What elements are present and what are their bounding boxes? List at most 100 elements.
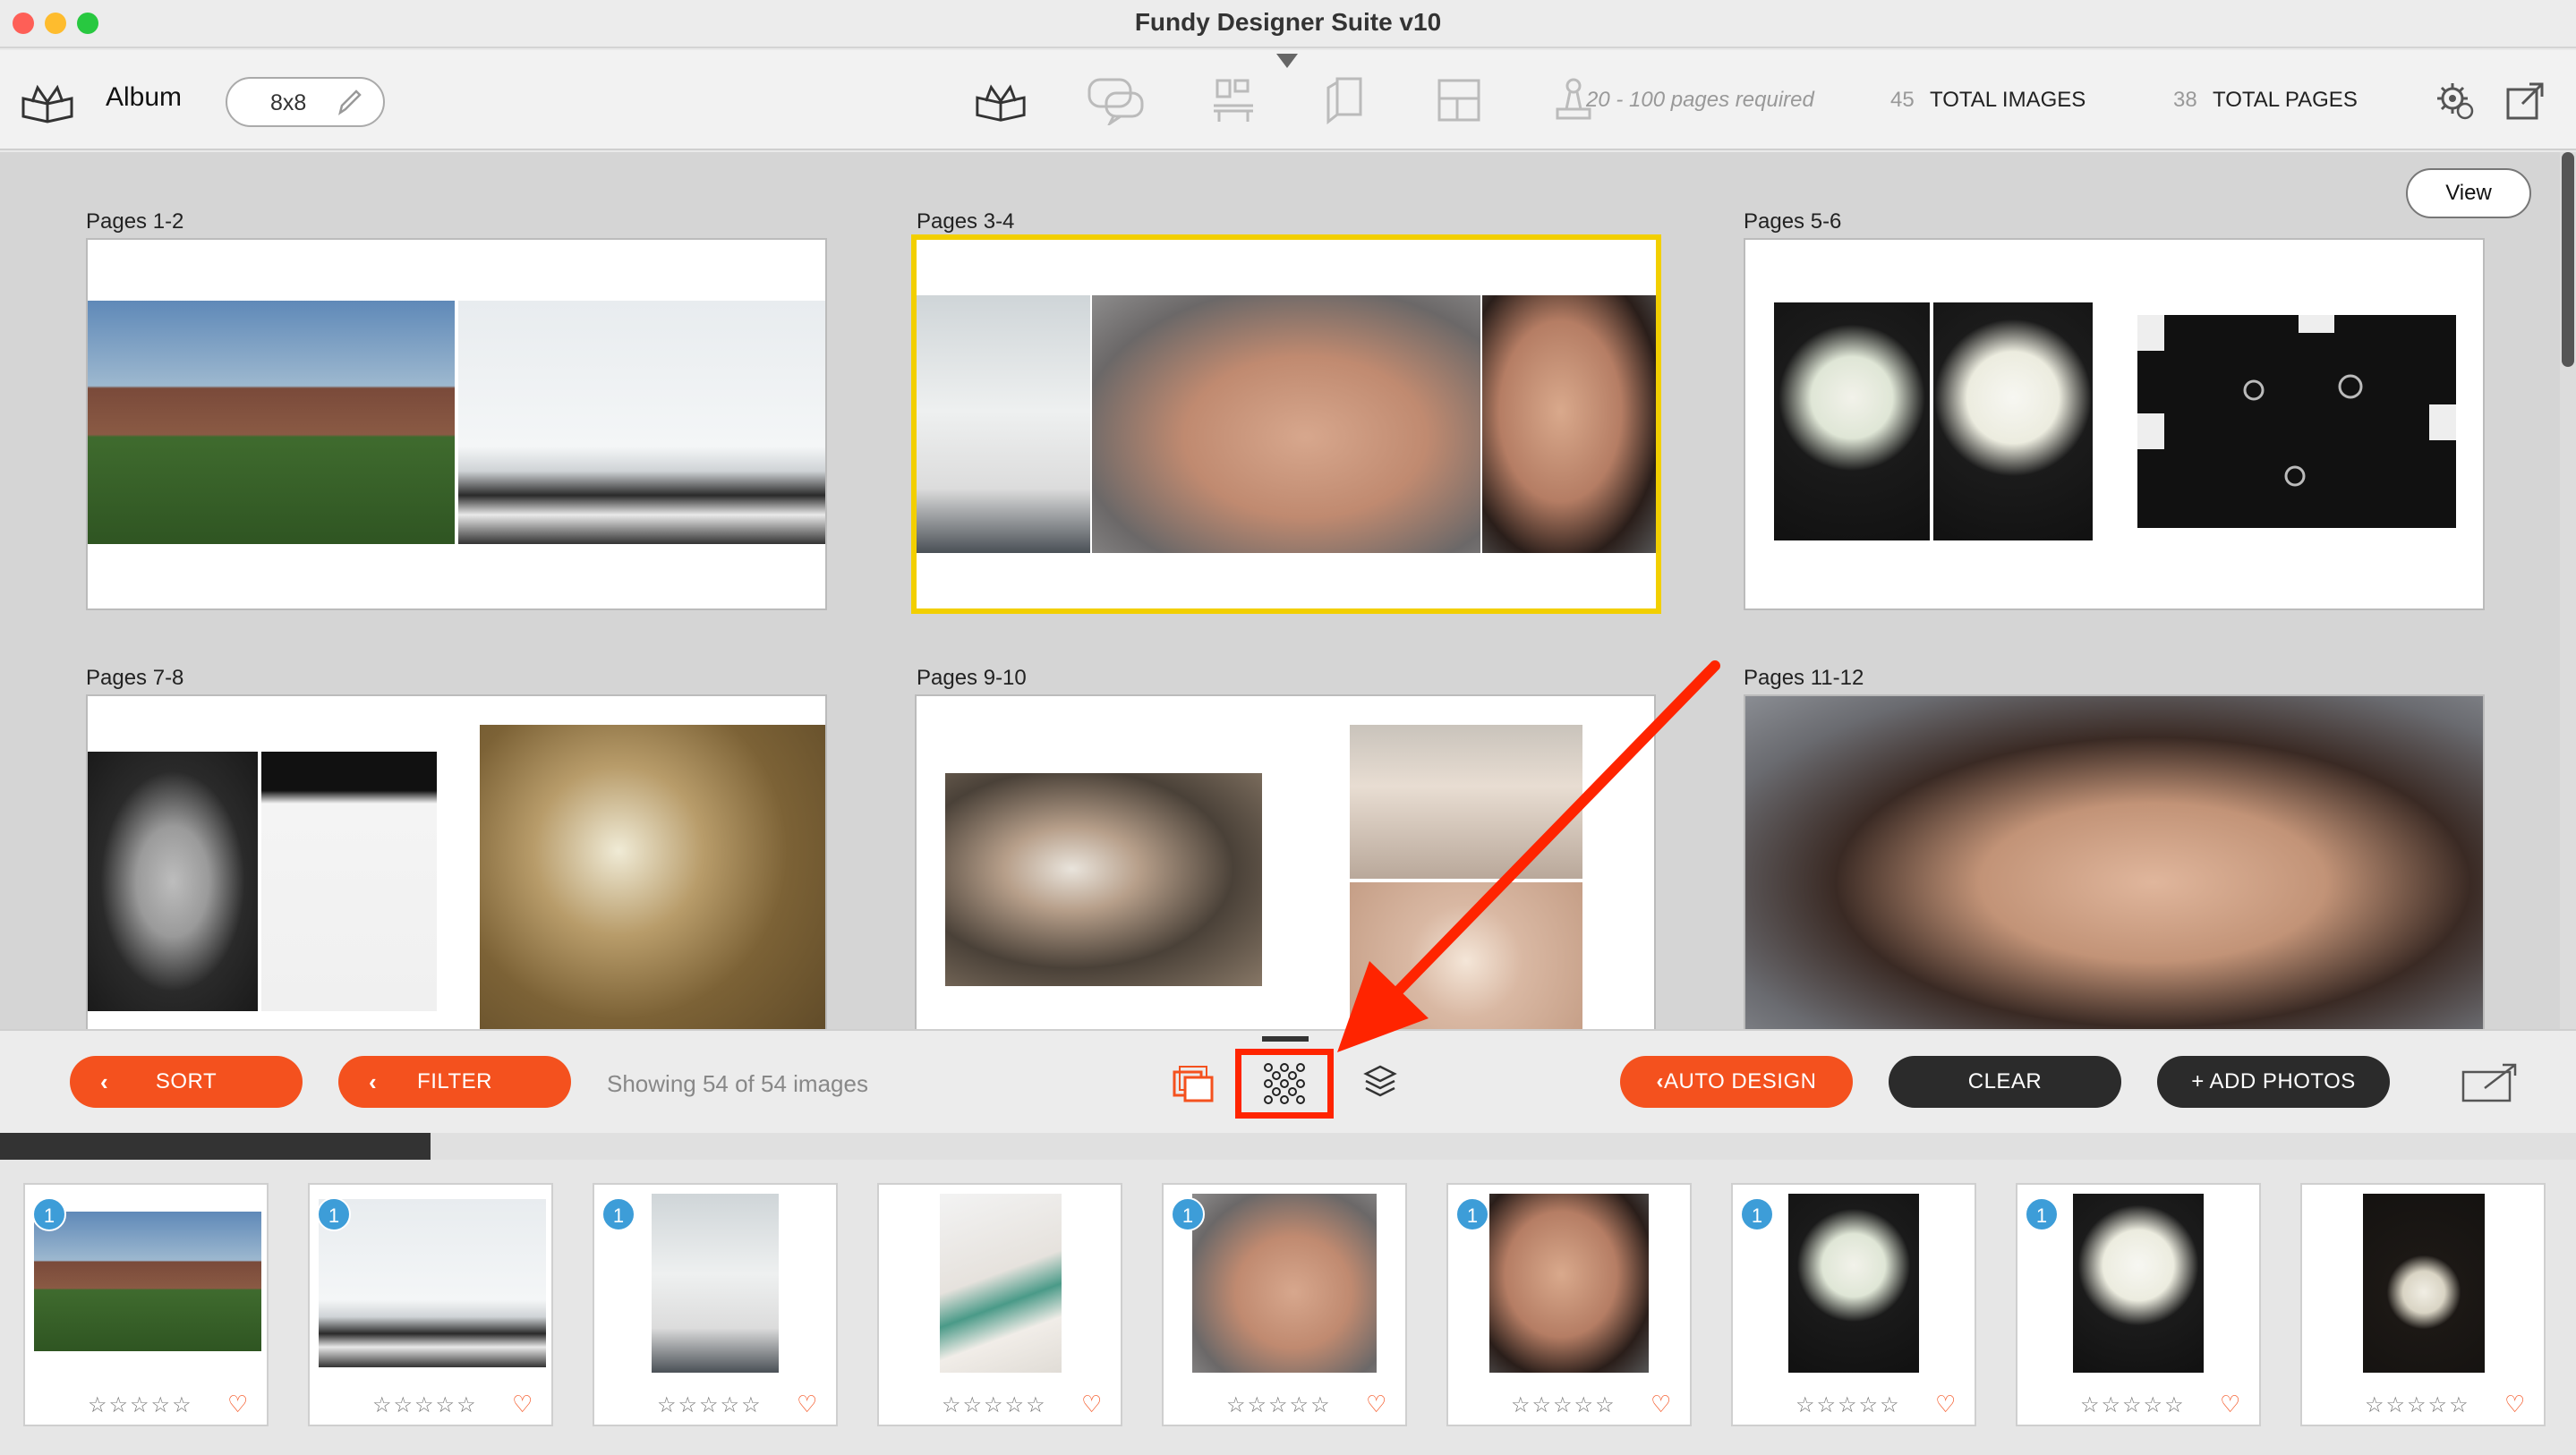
layout-grid-icon[interactable] — [1436, 77, 1482, 123]
proofing-chat-icon[interactable] — [1087, 77, 1146, 128]
spread-pages-11-12[interactable] — [1744, 694, 2485, 1029]
heart-icon[interactable]: ♡ — [1935, 1391, 1956, 1418]
photo-bridal-shoes[interactable] — [88, 752, 258, 1011]
image-thumbnail[interactable]: 1 ☆☆☆☆☆ ♡ — [23, 1183, 269, 1426]
export-window-icon[interactable] — [2504, 81, 2546, 122]
image-thumbnail[interactable]: 1 ☆☆☆☆☆ ♡ — [2016, 1183, 2261, 1426]
photo-bride-earring[interactable] — [1092, 295, 1480, 553]
photo-bride-and-mother[interactable] — [1745, 696, 2483, 1029]
thumbnail-image — [1788, 1194, 1919, 1373]
chevron-left-icon: ‹ — [369, 1068, 378, 1095]
title-bar: Fundy Designer Suite v10 — [0, 0, 2576, 48]
image-thumbnail[interactable]: 1 ☆☆☆☆☆ ♡ — [593, 1183, 838, 1426]
star-rating[interactable]: ☆☆☆☆☆ — [1796, 1392, 1901, 1418]
auto-design-button[interactable]: ‹AUTO DESIGN — [1620, 1056, 1853, 1108]
album-size-selector[interactable]: 8x8 — [226, 77, 385, 127]
heart-icon[interactable]: ♡ — [1366, 1391, 1386, 1418]
album-canvas[interactable]: View Pages 1-2 Pages 3-4 Pages 5-6 Pages… — [0, 152, 2560, 1029]
photo-garden-estate[interactable] — [88, 301, 455, 544]
album-size-value: 8x8 — [270, 90, 307, 115]
photo-dress-detail[interactable] — [1350, 882, 1582, 1029]
photo-boutonnieres[interactable] — [480, 725, 825, 1029]
spread-pages-1-2[interactable] — [86, 238, 827, 610]
usage-count-badge: 1 — [601, 1197, 635, 1231]
photo-bride-smiling[interactable] — [1482, 295, 1656, 553]
filter-button-label: FILTER — [417, 1069, 492, 1093]
star-rating[interactable]: ☆☆☆☆☆ — [657, 1392, 763, 1418]
clear-button[interactable]: CLEAR — [1889, 1056, 2121, 1108]
spread-pages-9-10[interactable] — [915, 694, 1656, 1029]
image-thumbnail[interactable]: ☆☆☆☆☆ ♡ — [2300, 1183, 2546, 1426]
spread-pages-7-8[interactable] — [86, 694, 827, 1029]
auto-design-button-label: AUTO DESIGN — [1664, 1069, 1817, 1093]
heart-icon[interactable]: ♡ — [2220, 1391, 2240, 1418]
layers-icon[interactable] — [1362, 1063, 1398, 1102]
star-rating[interactable]: ☆☆☆☆☆ — [372, 1392, 478, 1418]
canvas-scrollbar-thumb[interactable] — [2562, 152, 2574, 367]
app-window: Fundy Designer Suite v10 Album 8x8 20 - … — [0, 0, 2576, 1455]
toolbar-collapse-arrow-icon[interactable] — [1276, 54, 1298, 68]
heart-icon[interactable]: ♡ — [797, 1391, 817, 1418]
usage-count-badge: 1 — [317, 1197, 351, 1231]
settings-gear-icon[interactable] — [2435, 81, 2476, 122]
total-images-count: 45 — [1890, 88, 1915, 112]
photo-bridesmaids[interactable] — [1350, 725, 1582, 879]
annotation-highlight-box — [1235, 1049, 1334, 1119]
pencil-icon — [335, 88, 363, 116]
usage-count-badge: 1 — [1171, 1197, 1205, 1231]
photo-rings-closeup[interactable] — [2137, 315, 2456, 528]
spread-label: Pages 9-10 — [917, 666, 1027, 690]
image-thumbnail[interactable]: 1 ☆☆☆☆☆ ♡ — [1731, 1183, 1976, 1426]
photo-bride-robe[interactable] — [945, 773, 1262, 986]
sort-button-label: SORT — [155, 1069, 218, 1093]
usage-count-badge: 1 — [32, 1197, 66, 1231]
photo-invitation[interactable] — [261, 752, 437, 1011]
add-photos-button[interactable]: + ADD PHOTOS — [2157, 1056, 2390, 1108]
spread-label: Pages 11-12 — [1744, 666, 1864, 690]
star-rating[interactable]: ☆☆☆☆☆ — [2080, 1392, 2186, 1418]
spread-label: Pages 1-2 — [86, 209, 184, 234]
usage-count-badge: 1 — [1455, 1197, 1489, 1231]
view-button[interactable]: View — [2406, 168, 2531, 218]
image-thumbnail[interactable]: 1 ☆☆☆☆☆ ♡ — [308, 1183, 553, 1426]
filter-button[interactable]: ‹ FILTER — [338, 1056, 571, 1108]
star-rating[interactable]: ☆☆☆☆☆ — [2365, 1392, 2470, 1418]
album-design-mode-icon[interactable] — [974, 79, 1028, 123]
album-label: Album — [106, 82, 183, 112]
star-rating[interactable]: ☆☆☆☆☆ — [1226, 1392, 1332, 1418]
album-book-icon[interactable] — [20, 81, 75, 123]
thumbnail-image — [2363, 1194, 2485, 1373]
usage-count-badge: 1 — [1740, 1197, 1774, 1231]
photo-stack-icon[interactable] — [1171, 1061, 1214, 1104]
sort-button[interactable]: ‹ SORT — [70, 1056, 303, 1108]
heart-icon[interactable]: ♡ — [1081, 1391, 1102, 1418]
image-thumbnail[interactable]: ☆☆☆☆☆ ♡ — [877, 1183, 1122, 1426]
heart-icon[interactable]: ♡ — [227, 1391, 248, 1418]
main-toolbar: Album 8x8 20 - 100 pages required 45 TOT… — [0, 50, 2576, 150]
heart-icon[interactable]: ♡ — [2504, 1391, 2525, 1418]
chevron-left-icon: ‹ — [100, 1068, 109, 1095]
photo-couple-window-room[interactable] — [458, 301, 825, 544]
expand-panel-icon[interactable] — [2458, 1061, 2521, 1106]
wall-art-room-icon[interactable] — [1210, 77, 1257, 125]
image-thumbnail[interactable]: 1 ☆☆☆☆☆ ♡ — [1446, 1183, 1692, 1426]
spread-pages-3-4-selected[interactable] — [911, 234, 1661, 614]
photo-white-bouquet[interactable] — [1933, 302, 2093, 540]
image-thumbnail[interactable]: 1 ☆☆☆☆☆ ♡ — [1162, 1183, 1407, 1426]
heart-icon[interactable]: ♡ — [1651, 1391, 1671, 1418]
heart-icon[interactable]: ♡ — [512, 1391, 533, 1418]
tray-scroll-track[interactable] — [0, 1133, 2576, 1160]
spread-pages-5-6[interactable] — [1744, 238, 2485, 610]
star-rating[interactable]: ☆☆☆☆☆ — [88, 1392, 193, 1418]
total-pages-count: 38 — [2173, 88, 2197, 112]
image-tray: 1 ☆☆☆☆☆ ♡ 1 ☆☆☆☆☆ ♡ 1 ☆☆☆☆☆ ♡ ☆☆☆☆☆ ♡ 1 … — [0, 1160, 2576, 1455]
tray-scroll-thumb[interactable] — [0, 1133, 431, 1160]
thumbnail-image — [1489, 1194, 1649, 1373]
photo-wedding-dress[interactable] — [917, 295, 1090, 553]
star-rating[interactable]: ☆☆☆☆☆ — [1511, 1392, 1616, 1418]
cards-icon[interactable] — [1325, 75, 1364, 127]
spread-label: Pages 5-6 — [1744, 209, 1842, 234]
star-rating[interactable]: ☆☆☆☆☆ — [942, 1392, 1047, 1418]
photo-bouquet-vase[interactable] — [1774, 302, 1930, 540]
total-images-label: TOTAL IMAGES — [1930, 88, 2086, 112]
